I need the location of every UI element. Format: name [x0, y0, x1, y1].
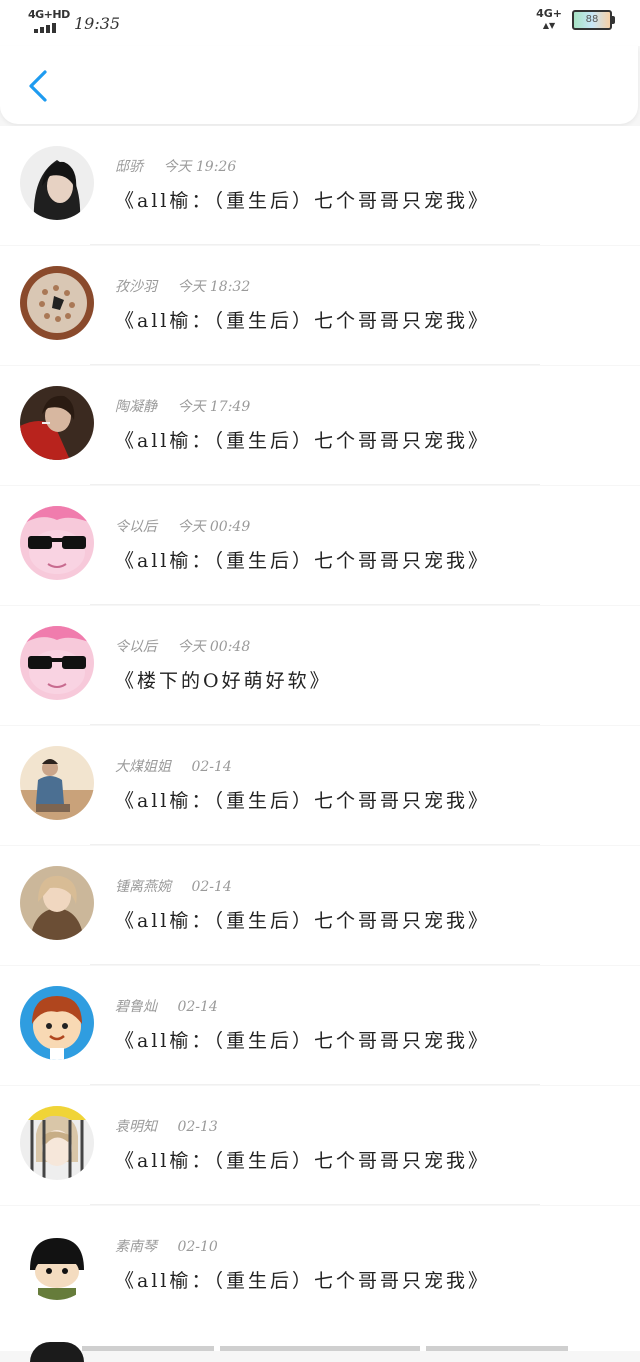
- comment-item[interactable]: 孜沙羽 今天 18:32 《all榆：（重生后）七个哥哥只宠我》: [0, 246, 640, 365]
- avatar[interactable]: [20, 626, 94, 700]
- status-right: 4G+ ▲▼ 88: [536, 7, 615, 32]
- comment-author[interactable]: 孜沙羽: [115, 279, 157, 295]
- battery-level: 88: [585, 14, 599, 25]
- avatar[interactable]: [20, 386, 94, 460]
- comment-item[interactable]: 令以后 今天 00:49 《all榆：（重生后）七个哥哥只宠我》: [0, 486, 640, 605]
- cellular-signal-icon: 4G+HD: [28, 8, 70, 38]
- comment-item[interactable]: 邸骄 今天 19:26 《all榆：（重生后）七个哥哥只宠我》: [0, 126, 640, 245]
- partial-next-item: [0, 1324, 640, 1362]
- comment-list: 邸骄 今天 19:26 《all榆：（重生后）七个哥哥只宠我》 孜沙羽 今天 1…: [0, 126, 640, 1325]
- comment-item[interactable]: 素南琴 02-10 《all榆：（重生后）七个哥哥只宠我》: [0, 1206, 640, 1325]
- avatar-partial: [30, 1342, 84, 1362]
- divider: [90, 844, 540, 845]
- comment-time: 今天 00:48: [177, 639, 251, 655]
- comment-text: 《all榆：（重生后）七个哥哥只宠我》: [115, 310, 490, 332]
- divider: [90, 1084, 540, 1085]
- comment-author[interactable]: 陶凝静: [115, 399, 157, 415]
- battery-icon: 88: [572, 10, 615, 30]
- comment-time: 02-13: [177, 1119, 218, 1135]
- comment-time: 今天 19:26: [163, 159, 237, 175]
- comment-author[interactable]: 令以后: [115, 519, 157, 535]
- chevron-left-icon: [29, 70, 47, 102]
- divider: [90, 604, 540, 605]
- comment-author[interactable]: 碧鲁灿: [115, 999, 157, 1015]
- comment-time: 02-14: [191, 759, 232, 775]
- avatar[interactable]: [20, 866, 94, 940]
- network-type-right-label: 4G+: [536, 7, 562, 20]
- comment-item[interactable]: 锺离燕婉 02-14 《all榆：（重生后）七个哥哥只宠我》: [0, 846, 640, 965]
- divider: [90, 964, 540, 965]
- status-left: 4G+HD 19:35: [28, 8, 120, 38]
- comment-author[interactable]: 令以后: [115, 639, 157, 655]
- clock: 19:35: [74, 13, 121, 33]
- avatar[interactable]: [20, 986, 94, 1060]
- comment-time: 今天 18:32: [177, 279, 251, 295]
- comment-time: 今天 00:49: [177, 519, 251, 535]
- comment-item[interactable]: 袁明知 02-13 《all榆：（重生后）七个哥哥只宠我》: [0, 1086, 640, 1205]
- comment-item[interactable]: 令以后 今天 00:48 《楼下的O好萌好软》: [0, 606, 640, 725]
- comment-item[interactable]: 陶凝静 今天 17:49 《all榆：（重生后）七个哥哥只宠我》: [0, 366, 640, 485]
- divider: [90, 1204, 540, 1205]
- network-indicator-icon: 4G+ ▲▼: [536, 7, 562, 31]
- comment-text: 《all榆：（重生后）七个哥哥只宠我》: [115, 1150, 490, 1172]
- comment-time: 02-14: [177, 999, 218, 1015]
- comment-text: 《all榆：（重生后）七个哥哥只宠我》: [115, 910, 490, 932]
- divider: [90, 484, 540, 485]
- loading-placeholder: [220, 1346, 420, 1351]
- comment-text: 《楼下的O好萌好软》: [115, 670, 332, 692]
- comment-author[interactable]: 袁明知: [115, 1119, 157, 1135]
- status-bar: 4G+HD 19:35 4G+ ▲▼ 88: [0, 0, 640, 46]
- comment-time: 02-14: [191, 879, 232, 895]
- comment-item[interactable]: 碧鲁灿 02-14 《all榆：（重生后）七个哥哥只宠我》: [0, 966, 640, 1085]
- avatar[interactable]: [20, 1226, 94, 1300]
- comment-author[interactable]: 素南琴: [115, 1239, 157, 1255]
- top-nav-bar: [0, 46, 638, 124]
- comment-time: 02-10: [177, 1239, 218, 1255]
- comment-text: 《all榆：（重生后）七个哥哥只宠我》: [115, 1270, 490, 1292]
- comment-text: 《all榆：（重生后）七个哥哥只宠我》: [115, 430, 490, 452]
- comment-item[interactable]: 大煤姐姐 02-14 《all榆：（重生后）七个哥哥只宠我》: [0, 726, 640, 845]
- comment-text: 《all榆：（重生后）七个哥哥只宠我》: [115, 790, 490, 812]
- avatar[interactable]: [20, 1106, 94, 1180]
- back-button[interactable]: [18, 66, 58, 106]
- comment-text: 《all榆：（重生后）七个哥哥只宠我》: [115, 190, 490, 212]
- comment-text: 《all榆：（重生后）七个哥哥只宠我》: [115, 550, 490, 572]
- loading-placeholder: [82, 1346, 214, 1351]
- divider: [90, 724, 540, 725]
- network-type-label: 4G+HD: [28, 8, 70, 21]
- comment-author[interactable]: 大煤姐姐: [115, 759, 171, 775]
- comment-author[interactable]: 锺离燕婉: [115, 879, 171, 895]
- divider: [90, 244, 540, 245]
- avatar[interactable]: [20, 506, 94, 580]
- comment-author[interactable]: 邸骄: [115, 159, 143, 175]
- avatar[interactable]: [20, 746, 94, 820]
- comment-text: 《all榆：（重生后）七个哥哥只宠我》: [115, 1030, 490, 1052]
- avatar[interactable]: [20, 266, 94, 340]
- loading-placeholder: [426, 1346, 568, 1351]
- divider: [90, 364, 540, 365]
- avatar[interactable]: [20, 146, 94, 220]
- comment-time: 今天 17:49: [177, 399, 251, 415]
